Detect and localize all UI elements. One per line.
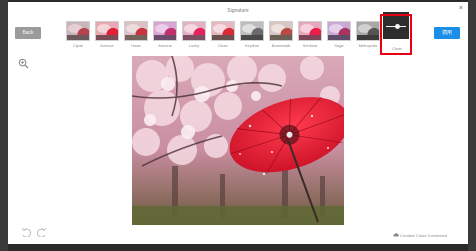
filter-label: Lucky <box>188 43 200 48</box>
status-text: Creative Cloud Connected <box>400 233 447 238</box>
redo-icon[interactable] <box>37 227 47 237</box>
filter-lucky[interactable]: Lucky <box>182 19 206 53</box>
filter-boardwalk[interactable]: Boardwalk <box>269 19 293 53</box>
background-right <box>468 0 476 251</box>
filter-clyde[interactable]: Clyde <box>66 19 90 53</box>
filter-label: Boardwalk <box>271 43 291 48</box>
filter-thumbnail <box>356 21 380 41</box>
zoom-in-icon[interactable] <box>18 58 29 69</box>
filter-thumbnail <box>124 21 148 41</box>
filter-label: Arizona <box>158 43 172 48</box>
filter-sage[interactable]: Sage <box>327 19 351 53</box>
filter-thumbnail <box>66 21 90 41</box>
apply-button[interactable]: 適用 <box>434 27 460 39</box>
filter-label: Sage <box>334 43 344 48</box>
filter-sentosa[interactable]: Sentosa <box>298 19 322 53</box>
undo-icon[interactable] <box>21 227 31 237</box>
creative-cloud-icon <box>393 233 399 237</box>
filter-label: Haas <box>131 43 141 48</box>
filter-label: Dean <box>218 43 228 48</box>
background-left <box>0 0 8 251</box>
filter-label: Clyde <box>72 43 84 48</box>
preview-photo <box>132 56 344 225</box>
filter-thumbnail <box>240 21 264 41</box>
filter-thumbnail <box>153 21 177 41</box>
filter-dean[interactable]: Dean <box>211 19 235 53</box>
filter-thumbnail <box>182 21 206 41</box>
filter-thumbnail <box>298 21 322 41</box>
close-icon[interactable]: × <box>459 5 463 12</box>
filter-arizona[interactable]: Arizona <box>153 19 177 53</box>
filter-thumbnail <box>95 21 119 41</box>
filter-avenue[interactable]: Avenue <box>95 19 119 53</box>
filter-label: Keylime <box>244 43 260 48</box>
filter-haas[interactable]: Haas <box>124 19 148 53</box>
filter-label: Avenue <box>100 43 114 48</box>
signature-dialog: Signature × Back 適用 Clyde Avenue Haas Ar… <box>8 2 468 244</box>
back-button[interactable]: Back <box>15 27 41 39</box>
cherry-blossom-umbrella-image <box>132 56 344 225</box>
filter-thumbnail <box>269 21 293 41</box>
selected-filter-highlight <box>380 14 412 55</box>
filter-thumbnail <box>211 21 235 41</box>
filter-label: Sentosa <box>302 43 318 48</box>
filter-keylime[interactable]: Keylime <box>240 19 264 53</box>
filter-thumbnail <box>327 21 351 41</box>
filter-metropolis[interactable]: Metropolis <box>356 19 380 53</box>
